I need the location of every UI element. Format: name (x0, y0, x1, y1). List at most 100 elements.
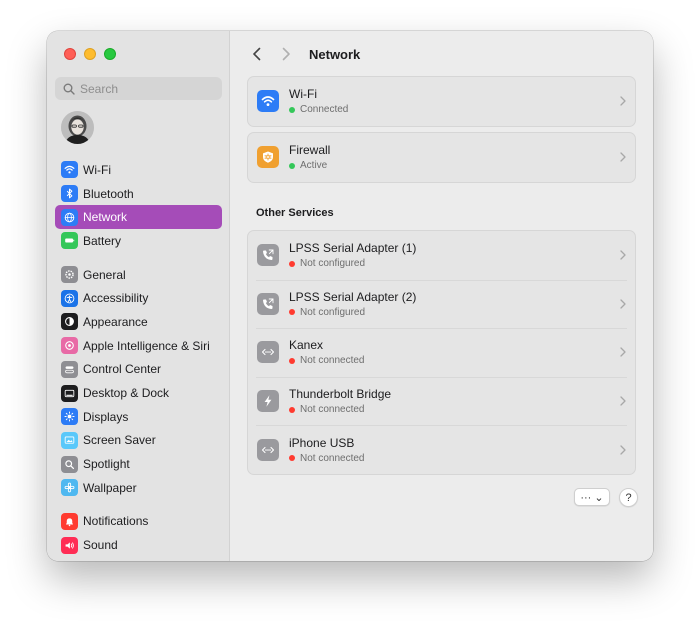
wifi-icon (257, 90, 279, 113)
bluetooth-icon (61, 185, 78, 203)
help-button[interactable]: ? (619, 488, 638, 507)
sidebar-item-label: Network (83, 210, 128, 225)
wifi-icon (261, 96, 275, 107)
wifi-icon (64, 166, 75, 174)
appearance-icon (65, 317, 74, 327)
close-button[interactable] (64, 48, 76, 60)
firewall-icon (263, 151, 273, 164)
chevron-right-icon (620, 347, 626, 358)
service-status: Not configured (289, 258, 635, 269)
sidebar-item-label: Displays (83, 409, 129, 424)
sidebar-item-battery[interactable]: Battery (55, 229, 222, 253)
sidebar-item-label: Spotlight (83, 457, 130, 472)
service-status: Not configured (289, 307, 635, 318)
sidebar-item-desktop-dock[interactable]: Desktop & Dock (55, 381, 222, 405)
sidebar-item-label: Apple Intelligence & Siri (83, 338, 210, 353)
other-services-list: LPSS Serial Adapter (1) Not configured LPS… (247, 230, 636, 475)
screen-saver-icon (64, 436, 75, 444)
ethernet-icon (257, 438, 279, 461)
status-dot-icon (289, 260, 295, 267)
zoom-button[interactable] (104, 48, 116, 60)
forward-button[interactable] (275, 43, 297, 65)
avatar[interactable] (61, 111, 94, 144)
status-dot-icon (289, 406, 295, 413)
sidebar-item-label: Screen Saver (83, 433, 156, 448)
status-dot-icon (289, 162, 295, 169)
sidebar-item-displays[interactable]: Displays (55, 405, 222, 429)
battery-icon (61, 232, 78, 250)
sidebar-item-control-center[interactable]: Control Center (55, 358, 222, 382)
sidebar-item-wallpaper[interactable]: Wallpaper (55, 476, 222, 500)
thunderbolt-icon (264, 395, 272, 407)
search-field[interactable] (55, 77, 222, 100)
search-input[interactable] (80, 81, 210, 96)
chevron-right-icon (620, 445, 626, 455)
sidebar-nav: Wi-Fi Bluetooth Network Battery General Acces… (55, 158, 222, 561)
service-row-lpss-serial-adapter-1[interactable]: LPSS Serial Adapter (1) Not configured (248, 231, 635, 280)
sidebar-item-notifications[interactable]: Notifications (55, 510, 222, 534)
accessibility-icon (64, 293, 75, 304)
chevron-right-icon (620, 396, 626, 406)
service-text: iPhone USB Not connected (289, 436, 635, 464)
window-controls (64, 48, 116, 60)
minimize-button[interactable] (84, 48, 96, 60)
sidebar-item-spotlight[interactable]: Spotlight (55, 452, 222, 476)
sidebar-item-general[interactable]: General (55, 263, 222, 287)
sound-icon (65, 542, 74, 549)
more-actions-button[interactable]: ··· ⌄ (574, 488, 610, 506)
sidebar-item-label: Wallpaper (83, 480, 137, 495)
sidebar-item-wi-fi[interactable]: Wi-Fi (55, 158, 222, 182)
settings-window: Wi-Fi Bluetooth Network Battery General Acces… (47, 31, 653, 561)
sidebar-item-label: Accessibility (83, 291, 149, 306)
sidebar-item-appearance[interactable]: Appearance (55, 310, 222, 334)
service-row-thunderbolt-bridge[interactable]: Thunderbolt Bridge Not connected (248, 376, 635, 426)
service-row-lpss-serial-adapter-2[interactable]: LPSS Serial Adapter (2) Not configured (248, 279, 635, 329)
dock-icon (61, 384, 78, 402)
control-center-icon (61, 360, 78, 378)
service-row-wi-fi[interactable]: Wi-Fi Connected (248, 77, 635, 126)
battery-icon (65, 238, 75, 243)
ethernet-icon (257, 341, 279, 364)
ethernet-icon (261, 446, 275, 453)
search-icon (63, 83, 75, 95)
status-dot-icon (289, 106, 295, 113)
service-status: Not connected (289, 453, 635, 464)
sidebar-item-label: General (83, 267, 126, 282)
sidebar-item-apple-intelligence-siri[interactable]: Apple Intelligence & Siri (55, 334, 222, 358)
service-text: LPSS Serial Adapter (1) Not configured (289, 241, 635, 269)
service-status-label: Not configured (300, 306, 366, 318)
sidebar-item-sound[interactable]: Sound (55, 533, 222, 557)
chevron-right-icon (620, 250, 626, 260)
dock-icon (64, 389, 75, 397)
sidebar-item-network[interactable]: Network (55, 205, 222, 230)
service-status: Active (289, 160, 635, 171)
sidebar-item-label: Appearance (83, 314, 148, 329)
sidebar-item-label: Notifications (83, 514, 149, 529)
sidebar-item-bluetooth[interactable]: Bluetooth (55, 182, 222, 206)
service-text: Thunderbolt Bridge Not connected (289, 387, 635, 415)
firewall-icon (257, 146, 279, 169)
sidebar-item-label: Control Center (83, 362, 162, 377)
service-row-firewall[interactable]: Firewall Active (248, 133, 635, 182)
sidebar-item-label: Sound (83, 538, 118, 553)
service-text: Kanex Not connected (289, 338, 635, 366)
service-status-label: Not connected (300, 404, 365, 416)
service-row-kanex[interactable]: Kanex Not connected (248, 328, 635, 377)
sidebar: Wi-Fi Bluetooth Network Battery General Acces… (47, 31, 230, 561)
firewall-card: Firewall Active (247, 132, 636, 183)
section-title-other-services: Other Services (256, 207, 334, 219)
sidebar-item-accessibility[interactable]: Accessibility (55, 286, 222, 310)
siri-icon (65, 341, 74, 350)
globe-icon (64, 212, 75, 223)
back-button[interactable] (245, 43, 267, 65)
sidebar-item-screen-saver[interactable]: Screen Saver (55, 429, 222, 453)
service-row-iphone-usb[interactable]: iPhone USB Not connected (248, 425, 635, 474)
wifi-icon (61, 161, 78, 179)
screen-saver-icon (61, 431, 78, 449)
chevron-right-icon (620, 96, 626, 106)
service-status-label: Connected (300, 104, 349, 116)
bluetooth-icon (66, 188, 73, 199)
service-name: LPSS Serial Adapter (1) (289, 241, 417, 256)
main-pane: Network Wi-Fi Connected Firewall Active Ot… (231, 31, 653, 561)
accessibility-icon (61, 289, 78, 307)
